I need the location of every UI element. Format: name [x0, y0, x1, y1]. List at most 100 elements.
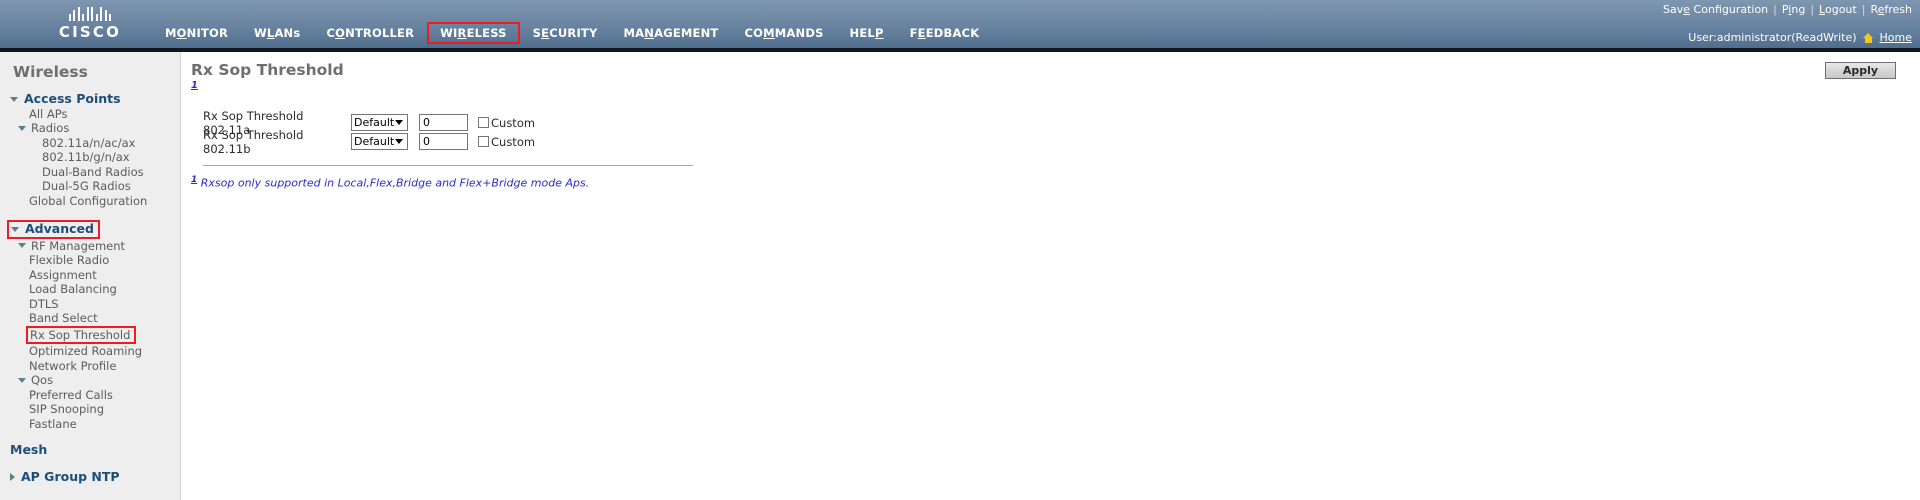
sidebar-item-flexible-radio[interactable]: Flexible Radio: [0, 253, 180, 268]
nav-item-security[interactable]: SECURITY: [520, 23, 611, 43]
sidebar-item-rf-management[interactable]: RF Management: [0, 239, 180, 254]
sidebar-item-label: Assignment: [29, 267, 97, 282]
threshold-mode-value: Default: [354, 135, 395, 148]
sidebar-item-label: Qos: [31, 373, 54, 387]
sidebar-item-network-profile[interactable]: Network Profile: [0, 359, 180, 374]
top-link-logout[interactable]: Logout: [1819, 3, 1857, 16]
nav-item-wlans[interactable]: WLANs: [241, 23, 313, 43]
sidebar-item-dual-band-radios[interactable]: Dual-Band Radios: [0, 165, 180, 180]
link-separator: |: [1773, 3, 1777, 16]
caret-down-icon[interactable]: [18, 243, 26, 249]
sidebar-item-access-points[interactable]: Access Points: [0, 91, 180, 107]
top-link-ping[interactable]: Ping: [1782, 3, 1805, 16]
nav-item-feedback[interactable]: FEEDBACK: [897, 23, 993, 43]
sidebar-item-label: Rx Sop Threshold: [30, 327, 131, 342]
sidebar-item-band-select[interactable]: Band Select: [0, 311, 180, 326]
custom-checkbox-label: Custom: [491, 134, 536, 149]
sidebar-item-assignment[interactable]: Assignment: [0, 268, 180, 283]
sidebar-item-label: RF Management: [31, 238, 126, 253]
custom-checkbox-wrapper: Custom: [478, 116, 535, 130]
sidebar-item-label: DTLS: [29, 296, 59, 311]
threshold-value-input[interactable]: 0: [419, 114, 468, 131]
sidebar-item-qos[interactable]: Qos: [0, 373, 180, 388]
sidebar-item-802-11b-g-n-ax[interactable]: 802.11b/g/n/ax: [0, 150, 180, 165]
custom-checkbox[interactable]: [478, 136, 489, 147]
sidebar-item-802-11a-n-ac-ax[interactable]: 802.11a/n/ac/ax: [0, 136, 180, 151]
cisco-bridge-logo-icon: [68, 7, 112, 21]
top-right-links: Save Configuration | Ping | Logout | Refresh U…: [1663, 2, 1912, 46]
sidebar-item-fastlane[interactable]: Fastlane: [0, 417, 180, 432]
nav-item-wireless[interactable]: WIRELESS: [427, 22, 520, 44]
nav-item-management[interactable]: MANAGEMENT: [611, 23, 732, 43]
sidebar-item-inner: 802.11a/n/ac/ax: [42, 136, 135, 151]
custom-checkbox-label: Custom: [491, 115, 536, 130]
link-separator: |: [1810, 3, 1815, 16]
sidebar-item-rx-sop-threshold[interactable]: Rx Sop Threshold: [0, 325, 180, 344]
sidebar-item-global-configuration[interactable]: Global Configuration: [0, 194, 180, 209]
sidebar-item-label: Flexible Radio: [29, 253, 110, 267]
page-body: Wireless Access Points All APs Radios 802.1…: [0, 52, 1920, 500]
sidebar-list: Access Points All APs Radios 802.11a/n/ac/a…: [0, 91, 180, 485]
caret-down-icon[interactable]: [18, 125, 26, 131]
home-link[interactable]: Home: [1880, 30, 1912, 46]
sidebar-item-inner: RF Management: [18, 239, 125, 254]
caret-right-icon[interactable]: [10, 472, 15, 481]
sidebar-item-label: Access Points: [24, 91, 121, 106]
threshold-mode-select[interactable]: Default: [351, 114, 408, 131]
home-link-label: Home: [1879, 31, 1912, 44]
sidebar-item-sip-snooping[interactable]: SIP Snooping: [0, 402, 180, 417]
sidebar-item-preferred-calls[interactable]: Preferred Calls: [0, 388, 180, 403]
sidebar-item-inner: Dual-5G Radios: [42, 179, 131, 194]
caret-down-icon[interactable]: [11, 226, 19, 232]
apply-button[interactable]: Apply: [1825, 62, 1896, 79]
sidebar-item-optimized-roaming[interactable]: Optimized Roaming: [0, 344, 180, 359]
sidebar-item-mesh[interactable]: Mesh: [0, 442, 180, 458]
chevron-down-icon: [395, 120, 403, 125]
sidebar-item-inner: SIP Snooping: [29, 402, 104, 417]
sidebar-item-inner: Access Points: [10, 91, 121, 107]
sidebar-highlight-box: Advanced: [7, 220, 100, 239]
custom-checkbox[interactable]: [478, 117, 489, 128]
top-link-refresh[interactable]: Refresh: [1870, 3, 1912, 16]
sidebar-item-advanced[interactable]: Advanced: [0, 220, 180, 239]
sidebar-item-inner: Radios: [18, 121, 69, 136]
link-separator: |: [1861, 3, 1866, 16]
nav-item-help[interactable]: HELP: [837, 23, 897, 43]
sidebar-item-inner: Load Balancing: [29, 282, 117, 297]
nav-item-controller[interactable]: CONTROLLER: [313, 23, 427, 43]
footnote-marker: 1: [191, 175, 198, 185]
threshold-value-input[interactable]: 0: [419, 133, 468, 150]
cisco-logo[interactable]: CISCO: [42, 4, 138, 44]
sidebar-item-label: AP Group NTP: [21, 468, 120, 484]
top-link-save-configuration[interactable]: Save Configuration: [1663, 3, 1768, 16]
sidebar-item-inner: DTLS: [29, 297, 59, 312]
sidebar-item-inner: Fastlane: [29, 417, 77, 432]
sidebar-item-inner: Qos: [18, 373, 53, 388]
sidebar-item-dual-5g-radios[interactable]: Dual-5G Radios: [0, 179, 180, 194]
sidebar-item-label: Mesh: [10, 442, 48, 457]
caret-down-icon[interactable]: [18, 377, 26, 383]
sidebar-item-inner: Network Profile: [29, 359, 116, 374]
user-label: User:administrator(ReadWrite): [1688, 31, 1857, 44]
sidebar-item-label: Advanced: [25, 221, 94, 236]
nav-item-commands[interactable]: COMMANDS: [731, 23, 836, 43]
sidebar-item-label: Dual-Band Radios: [42, 164, 144, 179]
main-content: Apply Rx Sop Threshold 1 Rx Sop Threshol…: [181, 52, 1920, 500]
top-banner: CISCO MONITOR WLANs CONTROLLER WIRELESS SECU…: [0, 0, 1920, 48]
sidebar-item-inner: Dual-Band Radios: [42, 165, 144, 180]
threshold-mode-select[interactable]: Default: [351, 133, 408, 150]
caret-down-icon[interactable]: [10, 96, 18, 102]
sidebar-item-label: Band Select: [29, 311, 98, 325]
sidebar-item-dtls[interactable]: DTLS: [0, 297, 180, 312]
sidebar-item-label: Fastlane: [29, 416, 77, 431]
sidebar-item-all-aps[interactable]: All APs: [0, 107, 180, 122]
sidebar-item-radios[interactable]: Radios: [0, 121, 180, 136]
sidebar-item-load-balancing[interactable]: Load Balancing: [0, 282, 180, 297]
sidebar-item-label: Preferred Calls: [29, 387, 113, 402]
sidebar-item-ap-group-ntp[interactable]: AP Group NTP: [0, 468, 180, 485]
sidebar-item-label: Load Balancing: [29, 282, 117, 296]
home-icon: [1862, 33, 1874, 43]
nav-item-monitor[interactable]: MONITOR: [152, 23, 241, 43]
page-title-footnote-marker[interactable]: 1: [181, 79, 1920, 91]
